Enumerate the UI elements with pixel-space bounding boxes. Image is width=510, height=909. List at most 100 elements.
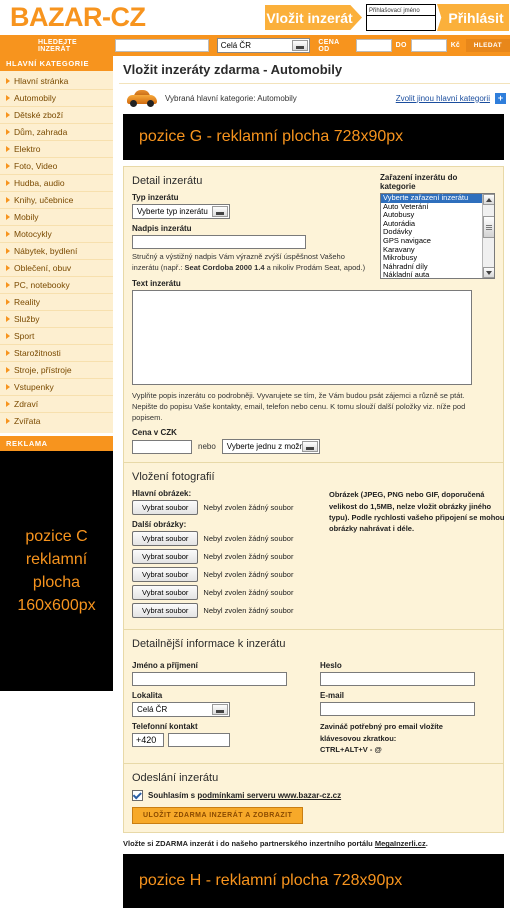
partner-link[interactable]: MegaInzerli.cz (375, 839, 426, 848)
sidebar-item-14[interactable]: Služby (0, 311, 113, 328)
selected-category-text: Vybraná hlavní kategorie: Automobily (165, 93, 297, 103)
browse-extra-image-button-4[interactable]: Vybrat soubor (132, 603, 199, 619)
sidebar-item-7[interactable]: Knihy, učebnice (0, 192, 113, 209)
login-button[interactable]: Přihlásit (437, 4, 509, 31)
name-input[interactable] (132, 672, 287, 687)
file-row: Vybrat soubor Nebyl zvolen žádný soubor (132, 567, 495, 583)
price-label: Cena v CZK (132, 428, 177, 438)
sidebar-item-6[interactable]: Hudba, audio (0, 175, 113, 192)
sidebar-item-10[interactable]: Nábytek, bydlení (0, 243, 113, 260)
agree-checkbox[interactable] (132, 790, 143, 802)
bullet-icon (6, 163, 10, 169)
plus-icon[interactable]: + (495, 92, 506, 104)
bullet-icon (6, 231, 10, 237)
price-from-input[interactable] (355, 39, 392, 52)
bullet-icon (6, 129, 10, 135)
price-option-select[interactable]: Vyberte jednu z možnc (221, 439, 320, 455)
phone-prefix-input[interactable] (132, 733, 164, 748)
category-option-9[interactable]: Nákladní auta (381, 271, 494, 278)
scroll-up-icon[interactable] (483, 194, 494, 205)
sidebar-item-19[interactable]: Zdraví (0, 396, 113, 413)
submit-panel: Odeslání inzerátu Souhlasím s podmínkami… (123, 764, 504, 834)
sidebar-item-18[interactable]: Vstupenky (0, 379, 113, 396)
sidebar-item-1[interactable]: Automobily (0, 90, 113, 107)
ad-text-textarea[interactable] (132, 289, 472, 385)
sidebar-item-label: Sport (14, 331, 35, 341)
email-hint-line-2: CTRL+ALT+V - @ (320, 744, 382, 754)
ad-text-hint: Vyplňte popis inzerátu co podrobněji. Vy… (132, 390, 466, 422)
browse-main-image-button[interactable]: Vybrat soubor (132, 500, 199, 516)
scrollbar-thumb[interactable] (483, 216, 494, 238)
locality-select[interactable]: Celá ČR (132, 702, 230, 718)
choose-other-category-link[interactable]: Zvolit jinou hlavní kategorii (396, 94, 490, 103)
password-label: Heslo (320, 661, 342, 671)
sidebar-item-11[interactable]: Oblečení, obuv (0, 260, 113, 277)
bullet-icon (6, 112, 10, 118)
bullet-icon (6, 282, 10, 288)
search-bar: Hledejte inzerát Celá ČR Cena od do Kč H… (0, 35, 510, 56)
sidebar-item-5[interactable]: Foto, Video (0, 158, 113, 175)
sidebar-item-label: Nábytek, bydlení (14, 246, 78, 256)
category-listbox[interactable]: Vyberte zařazení inzerátu Auto Veterání Au… (380, 193, 495, 279)
bullet-icon (6, 197, 10, 203)
photos-note: Obrázek (JPEG, PNG nebo GIF, doporučená … (329, 490, 505, 534)
bullet-icon (6, 214, 10, 220)
sidebar-ads-heading: Reklama (0, 436, 113, 451)
search-region-select[interactable]: Celá ČR (216, 38, 311, 53)
sidebar-item-label: Motocykly (14, 229, 52, 239)
sidebar-item-label: Knihy, učebnice (14, 195, 74, 205)
bullet-icon (6, 248, 10, 254)
sidebar-item-3[interactable]: Dům, zahrada (0, 124, 113, 141)
sidebar-item-0[interactable]: Hlavní stránka (0, 73, 113, 90)
ad-type-select[interactable]: Vyberte typ inzerátu (132, 204, 230, 219)
sidebar-item-label: Zdraví (14, 399, 39, 409)
details-columns: Jméno a příjmení Lokalita Celá ČR Telefo… (132, 656, 495, 755)
listbox-scrollbar[interactable] (482, 194, 494, 278)
browse-extra-image-button-3[interactable]: Vybrat soubor (132, 585, 199, 601)
sidebar-item-17[interactable]: Stroje, přístroje (0, 362, 113, 379)
save-ad-button[interactable]: Uložit zdarma inzerát a zobrazit (132, 807, 304, 825)
price-from-label: Cena od (318, 38, 340, 53)
login-box: Přihlašovací jméno (366, 4, 436, 31)
submit-section-title: Odeslání inzerátu (132, 772, 219, 785)
price-input[interactable] (132, 439, 192, 454)
main-image-filename: Nebyl zvolen žádný soubor (203, 503, 294, 513)
sidebar-item-label: Dětské zboží (14, 110, 64, 120)
sidebar-item-15[interactable]: Sport (0, 328, 113, 345)
price-or-label: nebo (198, 442, 216, 452)
email-input[interactable] (320, 702, 475, 717)
sidebar-item-16[interactable]: Starožitnosti (0, 345, 113, 362)
sidebar-item-label: Vstupenky (14, 382, 54, 392)
bullet-icon (6, 401, 10, 407)
browse-extra-image-button-0[interactable]: Vybrat soubor (132, 531, 199, 547)
search-input[interactable] (114, 39, 209, 52)
sidebar-item-12[interactable]: PC, notebooky (0, 277, 113, 294)
sidebar-item-9[interactable]: Motocykly (0, 226, 113, 243)
scroll-down-icon[interactable] (483, 267, 494, 278)
browse-extra-image-button-2[interactable]: Vybrat soubor (132, 567, 199, 583)
ad-slot-g[interactable]: pozice G - reklamní plocha 728x90px (123, 114, 504, 160)
phone-number-input[interactable] (168, 733, 230, 748)
login-username-input[interactable] (367, 16, 435, 30)
terms-link[interactable]: podmínkami serveru www.bazar-cz.cz (197, 791, 341, 800)
insert-ad-button[interactable]: Vložit inzerát (265, 5, 362, 30)
password-input[interactable] (320, 672, 475, 687)
bullet-icon (6, 180, 10, 186)
headline-input[interactable] (132, 235, 306, 249)
ad-slot-h[interactable]: pozice H - reklamní plocha 728x90px (123, 854, 504, 909)
search-label: Hledejte inzerát (38, 38, 77, 53)
site-logo[interactable]: BAZAR-CZ (10, 2, 146, 33)
browse-extra-image-button-1[interactable]: Vybrat soubor (132, 549, 199, 565)
sidebar-item-4[interactable]: Elektro (0, 141, 113, 158)
ad-c-line-1: pozice C (25, 527, 88, 545)
price-option-value: Vyberte jednu z možnc (226, 442, 308, 452)
partner-suffix: . (425, 839, 428, 849)
search-submit-button[interactable]: Hledat (465, 39, 510, 52)
file-row: Vybrat soubor Nebyl zvolen žádný soubor (132, 585, 495, 601)
sidebar-item-8[interactable]: Mobily (0, 209, 113, 226)
sidebar-item-2[interactable]: Dětské zboží (0, 107, 113, 124)
sidebar-item-13[interactable]: Reality (0, 294, 113, 311)
ad-slot-c[interactable]: pozice C reklamní plocha 160x600px (0, 451, 113, 691)
sidebar-item-20[interactable]: Zvířata (0, 413, 113, 429)
price-to-input[interactable] (410, 39, 447, 52)
